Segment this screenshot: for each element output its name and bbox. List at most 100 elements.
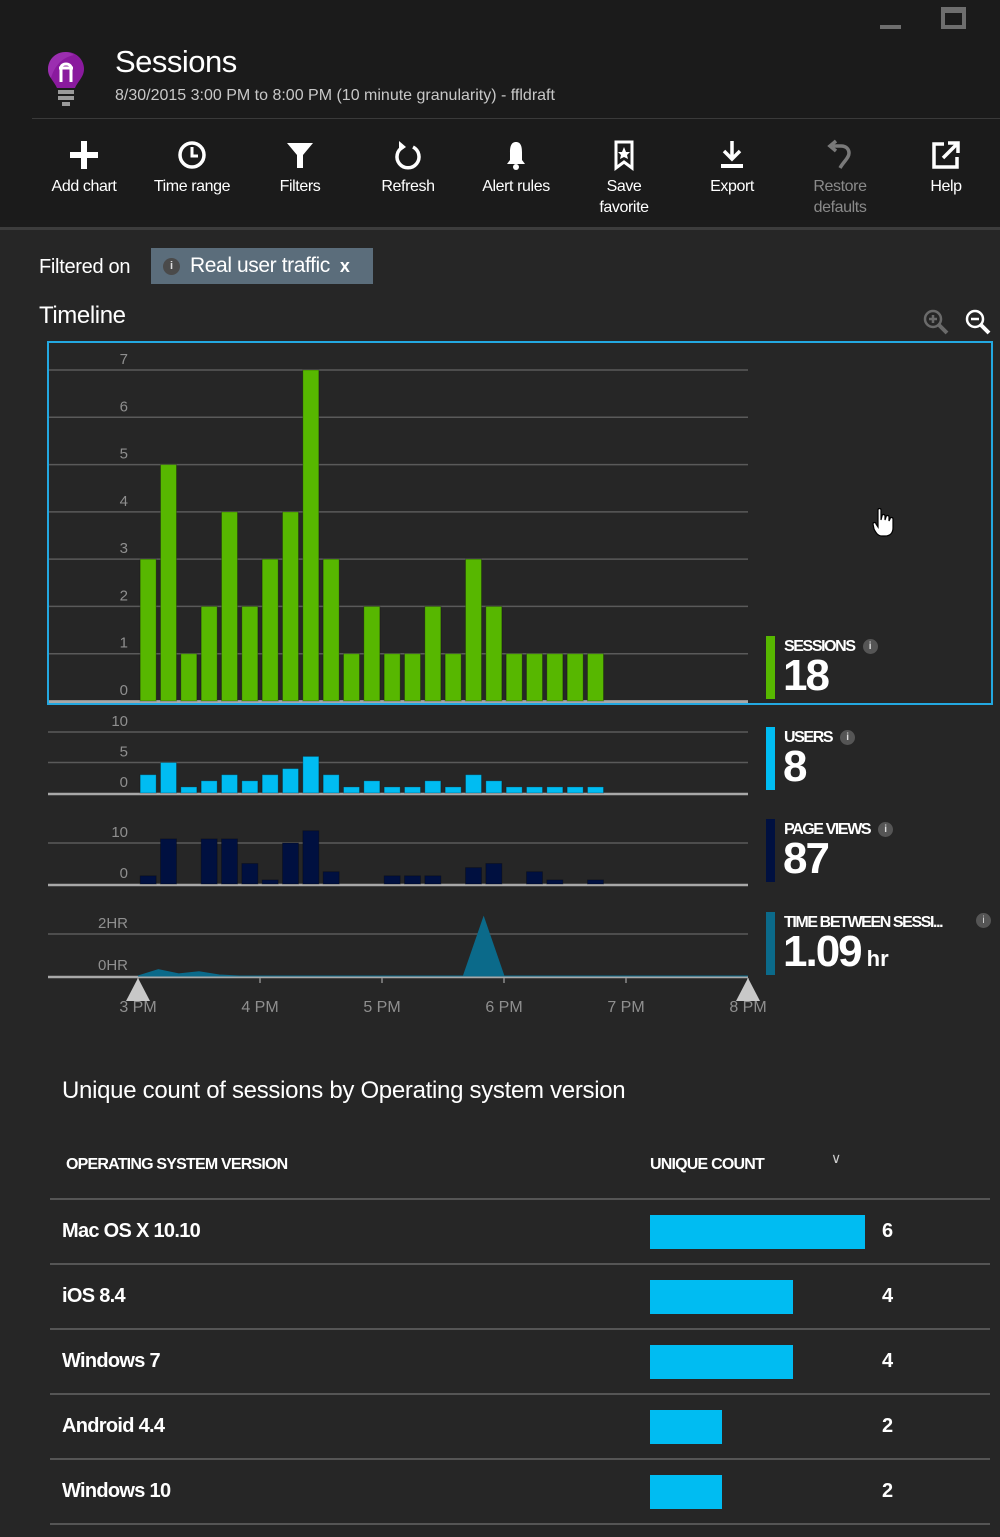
filter-chip[interactable]: i Real user traffic x <box>151 248 373 284</box>
count-bar <box>650 1410 722 1444</box>
table-row[interactable]: Windows 10 2 <box>50 1460 990 1525</box>
users-bar <box>526 786 543 794</box>
info-icon[interactable]: i <box>840 730 856 745</box>
refresh-label: Refresh <box>381 178 435 195</box>
table-header-row: OPERATING SYSTEM VERSION UNIQUE COUNT ∨ <box>50 1140 990 1200</box>
filters-button[interactable]: Filters <box>246 138 354 197</box>
filter-chip-text: Real user traffic <box>190 254 330 277</box>
table-row[interactable]: Windows 7 4 <box>50 1330 990 1395</box>
column-header-os-version[interactable]: OPERATING SYSTEM VERSION <box>66 1156 288 1174</box>
sessions-y-tick-label: 3 <box>120 540 128 557</box>
users-bar <box>505 786 523 794</box>
page-views-bar <box>241 863 259 885</box>
users-y-tick-label: 0 <box>120 774 128 791</box>
save-favorite-label-line2: favorite <box>599 199 649 216</box>
page-views-bar <box>200 838 218 885</box>
alert-rules-button[interactable]: Alert rules <box>462 138 570 197</box>
range-end-handle[interactable] <box>736 978 760 1001</box>
users-bar <box>383 786 401 794</box>
column-header-unique-count[interactable]: UNIQUE COUNT <box>650 1156 765 1174</box>
sessions-bar <box>139 558 157 702</box>
page-views-bar <box>485 863 503 885</box>
users-bar <box>587 786 604 794</box>
sessions-y-tick-label: 4 <box>120 493 128 510</box>
help-label: Help <box>930 178 962 195</box>
undo-icon <box>827 139 851 169</box>
page-views-color-bar <box>766 819 775 882</box>
users-bar <box>465 774 482 794</box>
minimize-icon[interactable] <box>880 25 901 29</box>
chevron-down-icon[interactable]: ∨ <box>831 1150 841 1167</box>
remove-filter-icon[interactable]: x <box>340 256 350 277</box>
time-range-button[interactable]: Time range <box>138 138 246 197</box>
clock-icon <box>178 141 206 169</box>
os-version-table: OPERATING SYSTEM VERSION UNIQUE COUNT ∨ … <box>50 1140 990 1525</box>
sessions-bar <box>383 653 401 702</box>
os-version-cell: Windows 10 <box>62 1480 171 1502</box>
metric-users-value: 8 <box>783 742 808 791</box>
metric-sessions-value: 18 <box>783 651 830 700</box>
save-favorite-button[interactable]: Save favorite <box>570 138 678 218</box>
maximize-icon[interactable] <box>941 7 966 29</box>
users-bar <box>302 755 320 794</box>
save-favorite-label-line1: Save <box>606 178 642 195</box>
time-between-sessions-area <box>137 915 748 977</box>
info-icon[interactable]: i <box>976 913 991 928</box>
refresh-button[interactable]: Refresh <box>354 138 462 197</box>
sessions-bar <box>200 605 218 702</box>
x-tick-label: 3 PM <box>119 999 156 1016</box>
page-views-bar <box>261 879 279 885</box>
unique-count-cell: 6 <box>882 1220 894 1242</box>
info-icon[interactable]: i <box>862 639 878 654</box>
users-bar <box>343 786 360 794</box>
page-views-bar <box>139 875 157 885</box>
sessions-bar <box>465 558 482 702</box>
os-version-cell: Mac OS X 10.10 <box>62 1220 201 1242</box>
users-color-bar <box>766 727 775 790</box>
sessions-bar <box>363 605 381 702</box>
add-chart-button[interactable]: Add chart <box>30 138 138 197</box>
plus-icon <box>70 141 98 169</box>
info-icon[interactable]: i <box>878 822 894 837</box>
sessions-bar <box>566 653 584 702</box>
export-label: Export <box>710 178 754 195</box>
page-views-bar <box>383 875 401 885</box>
users-bar <box>424 780 442 794</box>
page-views-bar <box>465 867 482 885</box>
export-button[interactable]: Export <box>678 138 786 197</box>
filters-label: Filters <box>279 178 321 195</box>
users-y-tick-label: 10 <box>111 713 128 730</box>
restore-defaults-button[interactable]: Restore defaults <box>786 138 894 218</box>
sessions-bar <box>546 653 564 702</box>
table-row[interactable]: Mac OS X 10.10 6 <box>50 1200 990 1265</box>
timeline-title: Timeline <box>39 302 126 329</box>
table-row[interactable]: iOS 8.4 4 <box>50 1265 990 1330</box>
header-bottom-border <box>0 227 1000 230</box>
hand-cursor-icon <box>872 508 894 537</box>
x-tick-label: 6 PM <box>485 999 522 1016</box>
unique-count-cell: 4 <box>882 1350 894 1372</box>
alert-rules-label: Alert rules <box>482 178 550 195</box>
users-bar <box>546 786 564 794</box>
users-bar <box>322 774 340 794</box>
lightbulb-icon <box>48 52 84 106</box>
os-version-cell: iOS 8.4 <box>62 1285 126 1307</box>
download-icon <box>721 141 743 168</box>
sessions-bar <box>587 653 604 702</box>
table-row[interactable]: Android 4.4 2 <box>50 1395 990 1460</box>
page-views-bar <box>302 830 320 885</box>
save-favorite-label: Save favorite <box>570 176 678 218</box>
page-views-bar <box>587 879 604 885</box>
users-bar <box>363 780 381 794</box>
sessions-y-tick-label: 5 <box>120 446 128 463</box>
help-button[interactable]: Help <box>892 138 1000 197</box>
users-bar <box>485 780 503 794</box>
metric-page-views-value: 87 <box>783 834 830 883</box>
info-icon[interactable]: i <box>163 257 180 275</box>
os-version-cell: Windows 7 <box>62 1350 161 1372</box>
range-start-handle[interactable] <box>126 978 150 1001</box>
metric-time-value-unit: hr <box>866 946 889 971</box>
blade-title: Sessions <box>115 44 237 79</box>
filtered-on-label: Filtered on <box>39 256 131 278</box>
external-link-icon <box>932 141 960 169</box>
